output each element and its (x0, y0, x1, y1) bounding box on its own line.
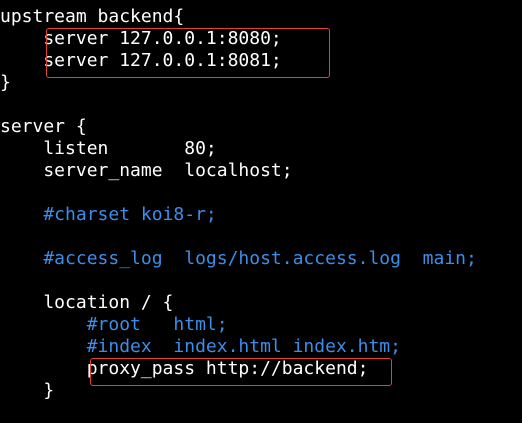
code-line-16: #index index.html index.htm; (0, 336, 401, 357)
code-line-7: listen 80; (0, 138, 217, 159)
code-line-6: server { (0, 116, 87, 137)
code-line-10: #charset koi8-r; (0, 204, 217, 225)
code-line-12: #access_log logs/host.access.log main; (0, 248, 477, 269)
code-line-8: server_name localhost; (0, 160, 293, 181)
upstream-servers-highlight (46, 28, 330, 78)
terminal-window[interactable]: upstream backend{ server 127.0.0.1:8080;… (0, 0, 522, 423)
code-line-18: } (0, 380, 55, 401)
code-line-4: } (0, 72, 11, 93)
code-line-1: upstream backend{ (0, 6, 185, 27)
code-line-14: location / { (0, 292, 174, 313)
proxy-pass-highlight (90, 358, 392, 386)
code-line-15: #root html; (0, 314, 228, 335)
